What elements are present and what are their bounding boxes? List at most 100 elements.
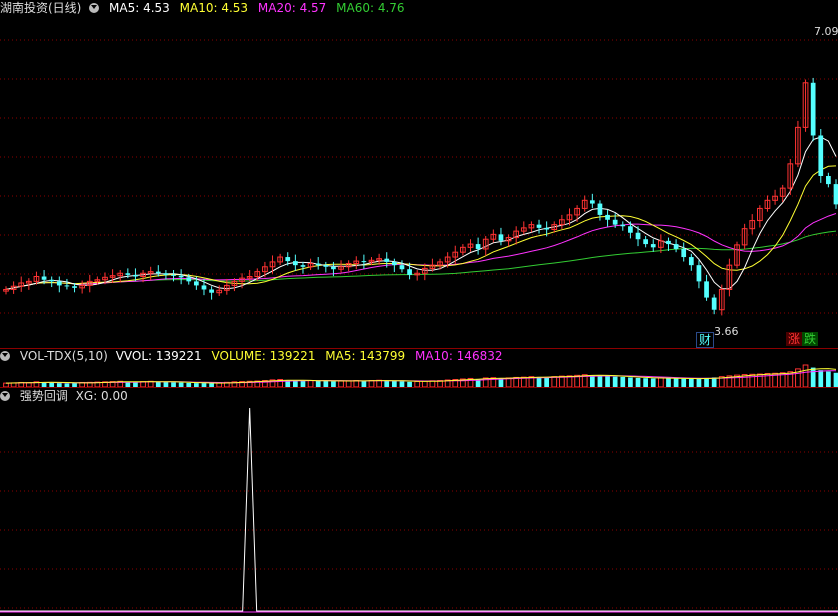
candle-body — [292, 261, 298, 266]
volume-bar — [658, 377, 664, 387]
candle-body — [826, 176, 831, 185]
volume-bar — [833, 372, 838, 387]
price-panel: 湖南投资(日线) MA5: 4.53 MA10: 4.53 MA20: 4.57… — [0, 0, 838, 348]
candle-body — [361, 261, 367, 263]
candle-body — [391, 261, 397, 266]
volume-bar — [628, 377, 633, 387]
chevron-down-icon[interactable] — [0, 351, 10, 361]
candle-body — [711, 297, 717, 310]
candle-body — [399, 265, 405, 270]
ma60-label: MA60: 4.76 — [336, 1, 405, 15]
candle-body — [536, 224, 542, 228]
candle-body — [331, 266, 336, 270]
candle-body — [300, 265, 306, 267]
chevron-down-icon[interactable] — [89, 3, 100, 13]
indicator-header: 强势回调 XG: 0.00 — [0, 388, 134, 404]
candle-body — [475, 244, 481, 249]
ma5-line — [5, 136, 837, 290]
volume-bar — [818, 370, 824, 387]
candle-body — [72, 286, 77, 288]
candle-body — [635, 232, 641, 240]
candle-body — [589, 200, 595, 204]
candle-body — [285, 257, 291, 262]
candle-body — [628, 226, 633, 233]
candle-body — [544, 227, 550, 230]
volume-bar — [620, 376, 626, 387]
volume-bar — [711, 377, 717, 387]
volume-bar — [650, 378, 656, 387]
candle-body — [407, 269, 412, 275]
volume-bar — [704, 377, 709, 387]
volume-bar — [688, 378, 694, 387]
candle-body — [56, 281, 62, 286]
ma20-label: MA20: 4.57 — [257, 1, 327, 15]
candle-body — [681, 248, 687, 258]
candle-body — [171, 274, 176, 276]
volume-bar — [559, 375, 565, 387]
vvol-label: VVOL: 139221 — [115, 349, 202, 363]
candle-body — [163, 273, 169, 275]
candle-body — [155, 271, 161, 274]
ma10-label: MA10: 4.53 — [179, 1, 249, 15]
volume-bar — [597, 375, 603, 387]
candle-body — [673, 244, 679, 249]
candle-body — [597, 203, 603, 215]
candle-body — [209, 289, 214, 293]
volume-bar — [612, 376, 618, 387]
volume-bar — [810, 367, 816, 387]
indicator-panel: 强势回调 XG: 0.00 — [0, 388, 838, 616]
candle-body — [41, 276, 47, 280]
candle-body — [696, 265, 702, 282]
xg-label: XG: 0.00 — [75, 389, 128, 403]
candle-body — [650, 244, 656, 248]
candle-body — [201, 285, 207, 290]
indicator-chart[interactable] — [0, 388, 838, 616]
volume-bar — [635, 377, 641, 387]
candle-body — [315, 263, 321, 266]
volume-bar — [551, 376, 558, 387]
volume-label: VOLUME: 139221 — [211, 349, 316, 363]
candle-body — [810, 82, 816, 136]
candle-body — [178, 275, 184, 278]
candle-body — [498, 234, 504, 241]
volume-bar — [666, 378, 671, 387]
volume-bar — [681, 378, 687, 387]
ma5-label: MA5: 4.53 — [109, 1, 170, 15]
chevron-down-icon[interactable] — [0, 391, 10, 401]
price-header: 湖南投资(日线) MA5: 4.53 MA10: 4.53 MA20: 4.57… — [0, 0, 411, 16]
candle-body — [133, 274, 138, 277]
xg-signal-line — [0, 407, 838, 612]
volume-bar — [826, 371, 831, 387]
volume-bar — [605, 376, 610, 387]
indicator-name: 强势回调 — [19, 389, 68, 403]
finance-tag[interactable]: 财 — [696, 332, 715, 348]
vol-ma10-label: MA10: 146832 — [414, 349, 503, 363]
candle-body — [186, 277, 192, 282]
candle-body — [323, 265, 329, 267]
volume-bar — [802, 364, 809, 387]
stock-title: 湖南投资(日线) — [0, 1, 82, 15]
low-price-label: 3.66 — [714, 325, 739, 338]
ma10-line — [5, 165, 837, 290]
candle-body — [605, 214, 610, 220]
high-price-label: 7.09 — [814, 25, 838, 38]
vol-ma5-label: MA5: 143799 — [325, 349, 406, 363]
candle-body — [384, 258, 390, 262]
candle-body — [125, 273, 131, 275]
candle-body — [612, 219, 618, 225]
limit-up-tag[interactable]: 涨 — [786, 332, 803, 346]
volume-bar — [643, 378, 648, 387]
volume-bar — [544, 377, 550, 387]
volume-header: VOL-TDX(5,10) VVOL: 139221 VOLUME: 13922… — [0, 348, 508, 364]
volume-bar — [696, 378, 702, 387]
price-chart[interactable] — [0, 0, 838, 348]
candle-body — [704, 281, 709, 298]
volume-panel: VOL-TDX(5,10) VVOL: 139221 VOLUME: 13922… — [0, 349, 838, 387]
limit-down-tag[interactable]: 跌 — [802, 332, 819, 346]
vol-ma5-line — [5, 368, 837, 384]
candle-body — [818, 135, 824, 176]
candle-body — [194, 281, 199, 286]
volume-bar — [589, 375, 595, 387]
volume-indicator-name: VOL-TDX(5,10) — [19, 349, 108, 363]
volume-bar — [536, 376, 542, 387]
